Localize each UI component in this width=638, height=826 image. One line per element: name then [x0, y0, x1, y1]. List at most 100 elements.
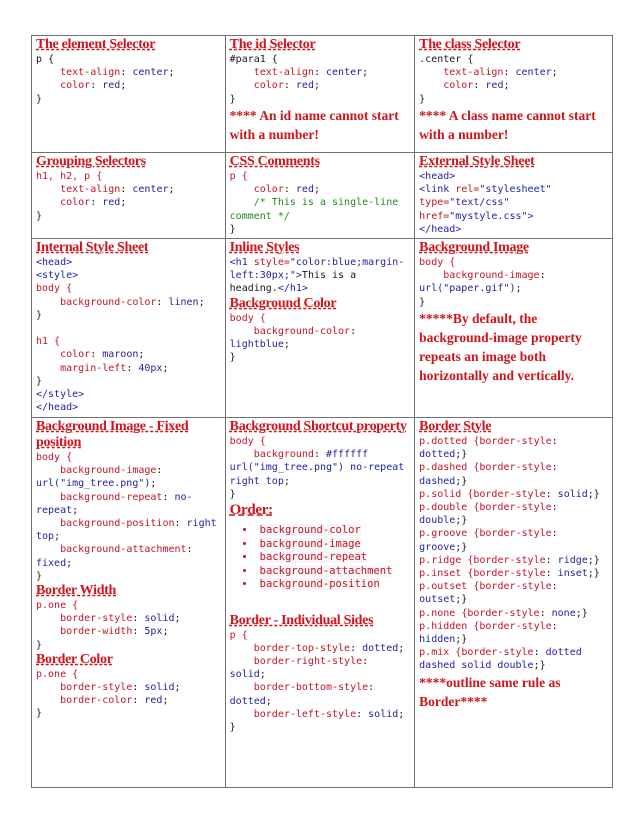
- value: center: [132, 184, 169, 196]
- property: border-left-style: [253, 708, 357, 720]
- code-block: #para1 { text-align: center; color: red;…: [229, 54, 369, 105]
- tag: </h1>: [277, 283, 308, 295]
- property: {border-style: [473, 502, 552, 514]
- selector: p.solid: [419, 488, 462, 500]
- value: red: [295, 184, 314, 196]
- code-block: <h1 style="color:blue;margin-left:30px;"…: [230, 256, 411, 296]
- property: color: [443, 80, 474, 92]
- property: {border-style: [473, 528, 552, 540]
- value: 5px: [144, 626, 163, 638]
- close-brace: }: [36, 708, 43, 720]
- cell-background-shortcut: Background Shortcut property body { back…: [224, 417, 416, 789]
- value: solid: [368, 708, 399, 720]
- warning-note: **** A class name cannot start with a nu…: [419, 107, 596, 142]
- value: center: [132, 67, 169, 79]
- border-style-rule: p.none {border-style: none;}: [419, 607, 588, 619]
- border-style-rule: p.dotted {border-style: dotted;}: [419, 436, 564, 461]
- property: {border-style: [467, 488, 546, 500]
- property: {border-style: [473, 581, 552, 593]
- cell-internal-style-sheet: Internal Style Sheet <head> <style> body…: [31, 238, 226, 419]
- property: {border-style: [455, 647, 534, 659]
- value: ridge: [557, 554, 588, 566]
- attribute: href=: [419, 210, 450, 222]
- selector: p.none: [419, 607, 456, 619]
- value: fixed: [36, 557, 67, 569]
- selector: p.one {: [36, 668, 79, 680]
- cell-element-selector: The element Selector p { text-align: cen…: [31, 35, 226, 153]
- property: border-style: [60, 613, 133, 625]
- code-block: body { background-image: url("img_tree.p…: [36, 452, 223, 582]
- property: background-color: [253, 325, 351, 337]
- attribute-value: "text/css": [449, 197, 510, 209]
- list-item: background-attachment: [256, 564, 411, 579]
- table-row: Internal Style Sheet <head> <style> body…: [31, 238, 613, 419]
- code-block: p.one { border-style: solid; border-widt…: [36, 600, 181, 651]
- property: text-align: [60, 67, 121, 79]
- property: border-style: [60, 682, 133, 694]
- selector: p.groove: [419, 528, 468, 540]
- close-brace: }: [229, 93, 236, 105]
- close-brace: }: [229, 721, 236, 733]
- order-item-text: background-attachment: [259, 564, 393, 577]
- value: center: [326, 67, 363, 79]
- selector: p.double: [419, 502, 468, 514]
- section-heading: Inline Styles: [229, 240, 300, 256]
- value: dotted: [419, 449, 456, 461]
- selector: #para1 {: [229, 54, 278, 65]
- border-style-rule: p.hidden {border-style: hidden;}: [419, 620, 564, 646]
- property: background-image: [60, 465, 157, 477]
- close-brace: }: [36, 210, 43, 222]
- selector: p.dashed: [419, 462, 468, 474]
- section-heading: Background Image - Fixed position: [36, 419, 189, 451]
- selector: body {: [229, 312, 266, 324]
- property: color: [60, 80, 91, 92]
- tag: </head>: [36, 402, 79, 414]
- value: dotted: [229, 695, 266, 707]
- section-heading: Internal Style Sheet: [36, 240, 149, 256]
- property: {border-style: [473, 620, 552, 632]
- border-style-rule: p.dashed {border-style: dashed;}: [419, 462, 564, 487]
- close-brace: }: [229, 352, 236, 364]
- property: color: [60, 197, 91, 209]
- attribute-value: "stylesheet": [479, 184, 552, 196]
- property: color: [253, 184, 284, 196]
- value: solid: [144, 613, 175, 625]
- value: linen: [168, 296, 199, 308]
- warning-note: **** An id name cannot start with a numb…: [229, 107, 399, 142]
- tag: <h1: [229, 257, 248, 269]
- code-block: <head> <style> body { background-color: …: [36, 257, 205, 414]
- section-heading: The class Selector: [419, 37, 521, 52]
- value: 40px: [138, 362, 163, 374]
- property: color: [253, 80, 284, 92]
- close-brace: }: [36, 309, 43, 321]
- cell-grouping-selectors: Grouping Selectors h1, h2, p { text-alig…: [31, 151, 226, 240]
- selector: body {: [419, 257, 456, 269]
- tag: <head>: [36, 257, 73, 269]
- value: url("paper.gif"): [419, 283, 516, 295]
- value: hidden: [419, 634, 456, 646]
- code-block: .center { text-align: center; color: red…: [419, 54, 558, 105]
- property: background-repeat: [60, 491, 163, 503]
- border-style-rule: p.double {border-style: double;}: [419, 502, 564, 527]
- property: {border-style: [473, 462, 552, 474]
- selector: body {: [229, 436, 266, 448]
- list-item: background-position: [256, 578, 411, 592]
- close-brace: }: [36, 93, 43, 105]
- selector: p.outset: [419, 581, 468, 593]
- close-brace: }: [229, 223, 236, 235]
- value: solid: [144, 682, 175, 694]
- property: background-position: [60, 518, 175, 530]
- order-item-text: background-repeat: [259, 551, 368, 564]
- border-style-rule: p.outset {border-style: outset;}: [419, 581, 564, 606]
- table-row: The element Selector p { text-align: cen…: [31, 35, 613, 153]
- section-heading: Border Style: [419, 419, 492, 435]
- cell-inline-styles: Inline Styles <h1 style="color:blue;marg…: [224, 238, 416, 419]
- section-heading: Background Shortcut property: [229, 419, 407, 435]
- tag: <link: [419, 184, 450, 196]
- cell-border-style: Border Style p.dotted {border-style: dot…: [414, 417, 613, 789]
- value: dotted: [362, 642, 399, 654]
- selector: p.ridge: [419, 554, 462, 566]
- close-brace: }: [419, 93, 426, 105]
- selector: p {: [229, 629, 248, 641]
- selector: p {: [229, 171, 248, 182]
